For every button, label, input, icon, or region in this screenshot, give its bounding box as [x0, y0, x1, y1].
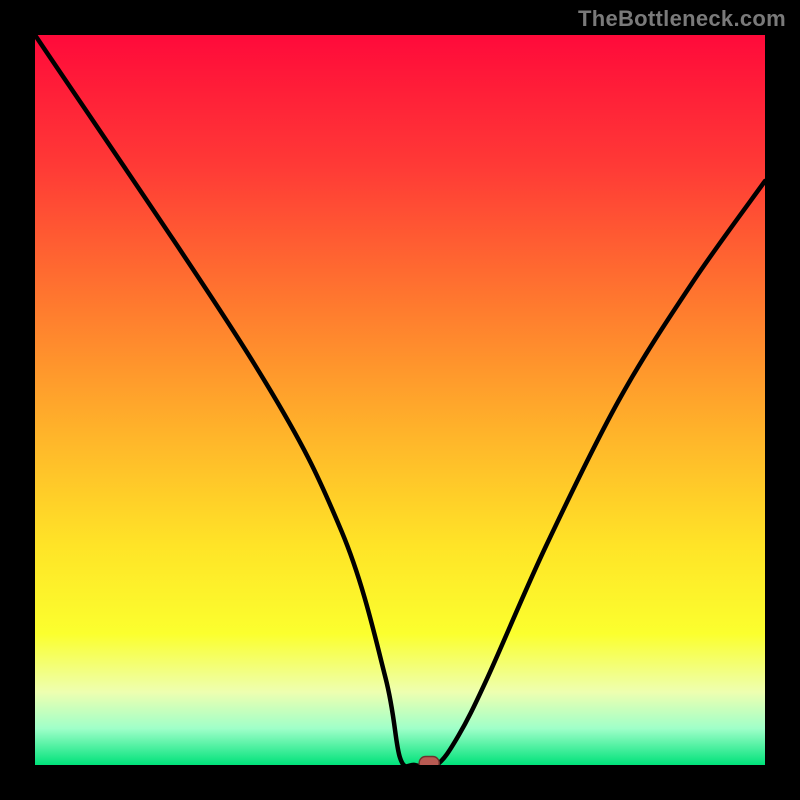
watermark-text: TheBottleneck.com [578, 6, 786, 32]
gradient-plot-area [35, 35, 765, 765]
chart-frame: TheBottleneck.com [0, 0, 800, 800]
bottleneck-chart [0, 0, 800, 800]
